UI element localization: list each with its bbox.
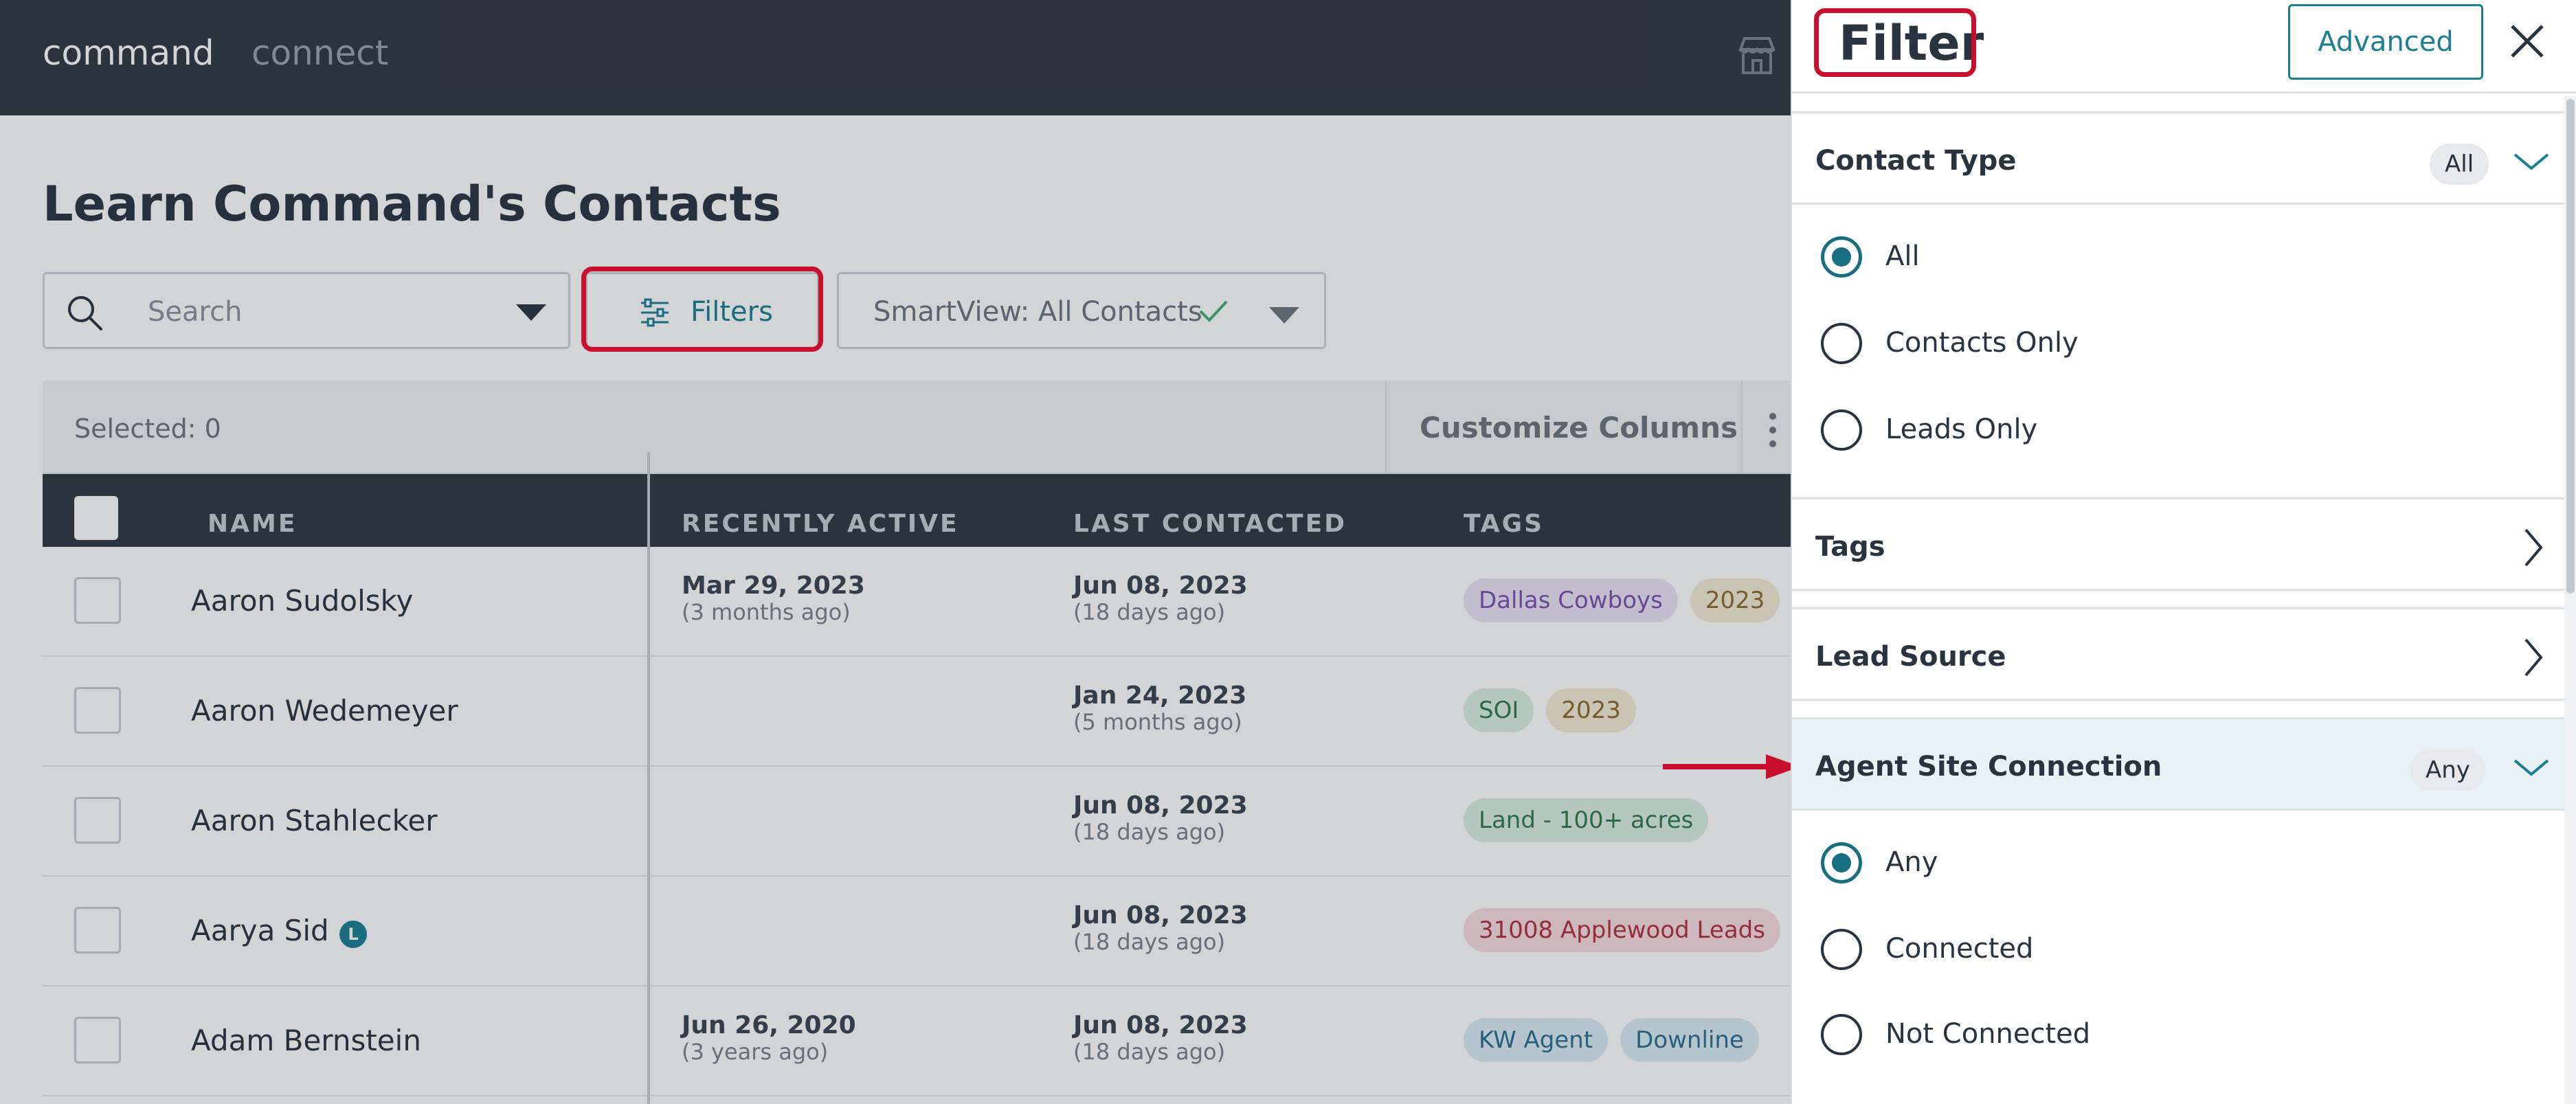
section-agent-site-connection[interactable]: Agent Site Connection Any	[1792, 717, 2564, 811]
filters-highlight-box	[581, 267, 823, 352]
agent-site-badge: Any	[2410, 750, 2485, 791]
section-agent-site-title: Agent Site Connection	[1815, 751, 2162, 782]
radio-agent-site-connected[interactable]: Connected	[1792, 908, 2564, 993]
filter-title-highlight-box	[1814, 8, 1976, 77]
radio-label: All	[1885, 240, 1920, 272]
chevron-right-icon[interactable]	[2511, 527, 2552, 568]
panel-scrollbar[interactable]	[2564, 96, 2576, 1104]
radio-agent-site-not-connected[interactable]: Not Connected	[1792, 993, 2564, 1079]
radio-button-selected[interactable]	[1821, 842, 1862, 883]
radio-button[interactable]	[1821, 323, 1862, 364]
radio-label: Connected	[1885, 933, 2034, 965]
arrow-right-icon	[1663, 754, 1800, 779]
close-icon[interactable]	[2507, 21, 2548, 62]
radio-button-selected[interactable]	[1821, 236, 1862, 278]
radio-contact-type-leads-only[interactable]: Leads Only	[1792, 389, 2564, 474]
section-tags-title: Tags	[1815, 531, 1885, 563]
radio-contact-type-all[interactable]: All	[1792, 216, 2564, 301]
scrollbar-thumb[interactable]	[2566, 99, 2575, 594]
radio-button[interactable]	[1821, 409, 1862, 451]
section-contact-type-title: Contact Type	[1815, 145, 2017, 177]
advanced-button[interactable]: Advanced	[2288, 4, 2483, 80]
section-contact-type[interactable]: Contact Type All	[1792, 111, 2564, 205]
radio-agent-site-any[interactable]: Any	[1792, 822, 2564, 907]
chevron-right-icon[interactable]	[2511, 637, 2552, 678]
section-lead-source-title: Lead Source	[1815, 641, 2006, 673]
filter-panel: Filter Advanced Contact Type All All Con…	[1791, 0, 2576, 1104]
modal-backdrop[interactable]	[0, 0, 1793, 1104]
radio-contact-type-contacts-only[interactable]: Contacts Only	[1792, 302, 2564, 387]
radio-label: Any	[1885, 846, 1938, 878]
section-lead-source[interactable]: Lead Source	[1792, 607, 2564, 701]
radio-label: Contacts Only	[1885, 327, 2079, 359]
chevron-down-icon[interactable]	[2511, 747, 2552, 788]
radio-button[interactable]	[1821, 929, 1862, 970]
chevron-down-icon[interactable]	[2511, 141, 2552, 182]
radio-label: Not Connected	[1885, 1018, 2091, 1050]
radio-button[interactable]	[1821, 1014, 1862, 1055]
radio-label: Leads Only	[1885, 414, 2038, 445]
contact-type-badge: All	[2430, 144, 2489, 185]
section-tags[interactable]: Tags	[1792, 497, 2564, 591]
